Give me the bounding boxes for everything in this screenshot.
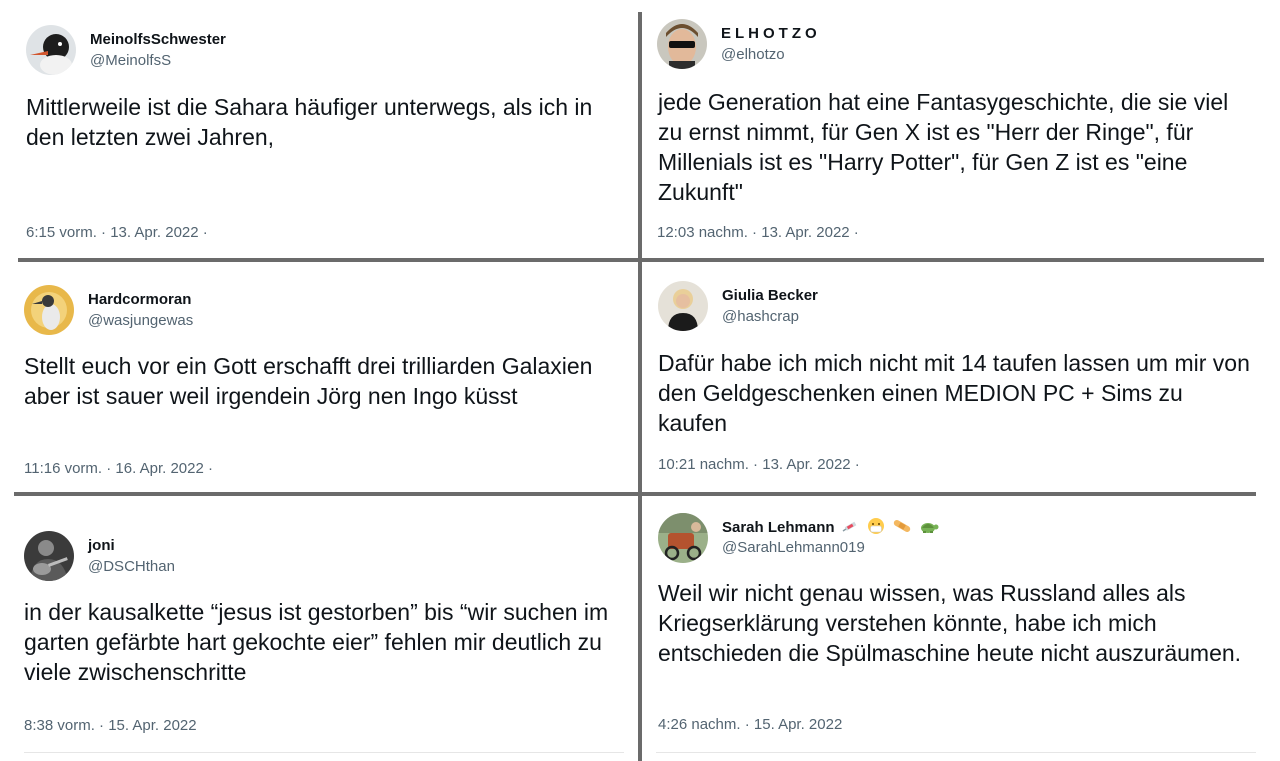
display-name[interactable]: Hardcormoran [88,291,191,308]
tweet-timestamp[interactable]: 6:15 vorm. · 13. Apr. 2022 · [26,224,208,241]
tweet-card-hardcormoran[interactable]: Hardcormoran @wasjungewas Stellt euch vo… [0,262,638,492]
display-name[interactable]: MeinolfsSchwester [90,31,226,48]
user-handle[interactable]: @hashcrap [722,308,799,325]
tweet-timestamp[interactable]: 4:26 nachm. · 15. Apr. 2022 [658,716,842,733]
tweet-timestamp[interactable]: 11:16 vorm. · 16. Apr. 2022 · [24,460,213,477]
bike-avatar[interactable] [658,513,708,563]
tweet-text: Mittlerweile ist die Sahara häufiger unt… [26,94,593,150]
mask-face-icon [867,517,885,539]
tweet-card-joni[interactable]: joni @DSCHthan in der kausalkette “jesus… [0,496,638,752]
display-name[interactable]: Giulia Becker [722,287,818,304]
turtle-icon [919,518,939,538]
tweet-text: jede Generation hat eine Fantasygeschich… [658,89,1229,205]
user-handle[interactable]: @SarahLehmann019 [722,539,865,556]
card-edge-right [656,752,1256,753]
tweet-timestamp[interactable]: 12:03 nachm. · 13. Apr. 2022 · [657,224,859,241]
display-name[interactable]: ELHOTZO [721,25,821,42]
tweet-text: Weil wir nicht genau wissen, was Russlan… [658,580,1242,666]
user-handle[interactable]: @MeinolfsS [90,52,171,69]
user-handle[interactable]: @wasjungewas [88,312,193,329]
display-name[interactable]: joni [88,537,115,554]
cormorant-avatar[interactable] [24,285,74,335]
person-avatar[interactable] [658,281,708,331]
tweet-text: Dafür habe ich mich nicht mit 14 taufen … [658,350,1250,436]
tweet-timestamp[interactable]: 8:38 vorm. · 15. Apr. 2022 [24,717,197,734]
syringe-icon [842,518,860,538]
user-handle[interactable]: @DSCHthan [88,558,175,575]
tweet-card-sarah-lehmann[interactable]: Sarah Lehmann @SarahLehmann019 Weil wir … [642,496,1264,752]
tweet-card-giulia-becker[interactable]: Giulia Becker @hashcrap Dafür habe ich m… [642,262,1264,492]
user-handle[interactable]: @elhotzo [721,46,785,63]
tweet-text: Stellt euch vor ein Gott erschafft drei … [24,353,593,409]
tweet-text: in der kausalkette “jesus ist gestorben”… [24,599,609,685]
display-name[interactable]: Sarah Lehmann [722,519,835,536]
card-edge-left [24,752,624,753]
tweet-card-meinolfsschwester[interactable]: MeinolfsSchwester @MeinolfsS Mittlerweil… [0,0,638,258]
sunglasses-avatar[interactable] [657,19,707,69]
display-name-row[interactable]: Sarah Lehmann [722,517,939,539]
guitar-avatar[interactable] [24,531,74,581]
tweet-card-elhotzo[interactable]: ELHOTZO @elhotzo jede Generation hat ein… [642,0,1264,258]
tweet-timestamp[interactable]: 10:21 nachm. · 13. Apr. 2022 · [658,456,860,473]
bandage-icon [892,518,912,538]
bird-avatar[interactable] [26,25,76,75]
